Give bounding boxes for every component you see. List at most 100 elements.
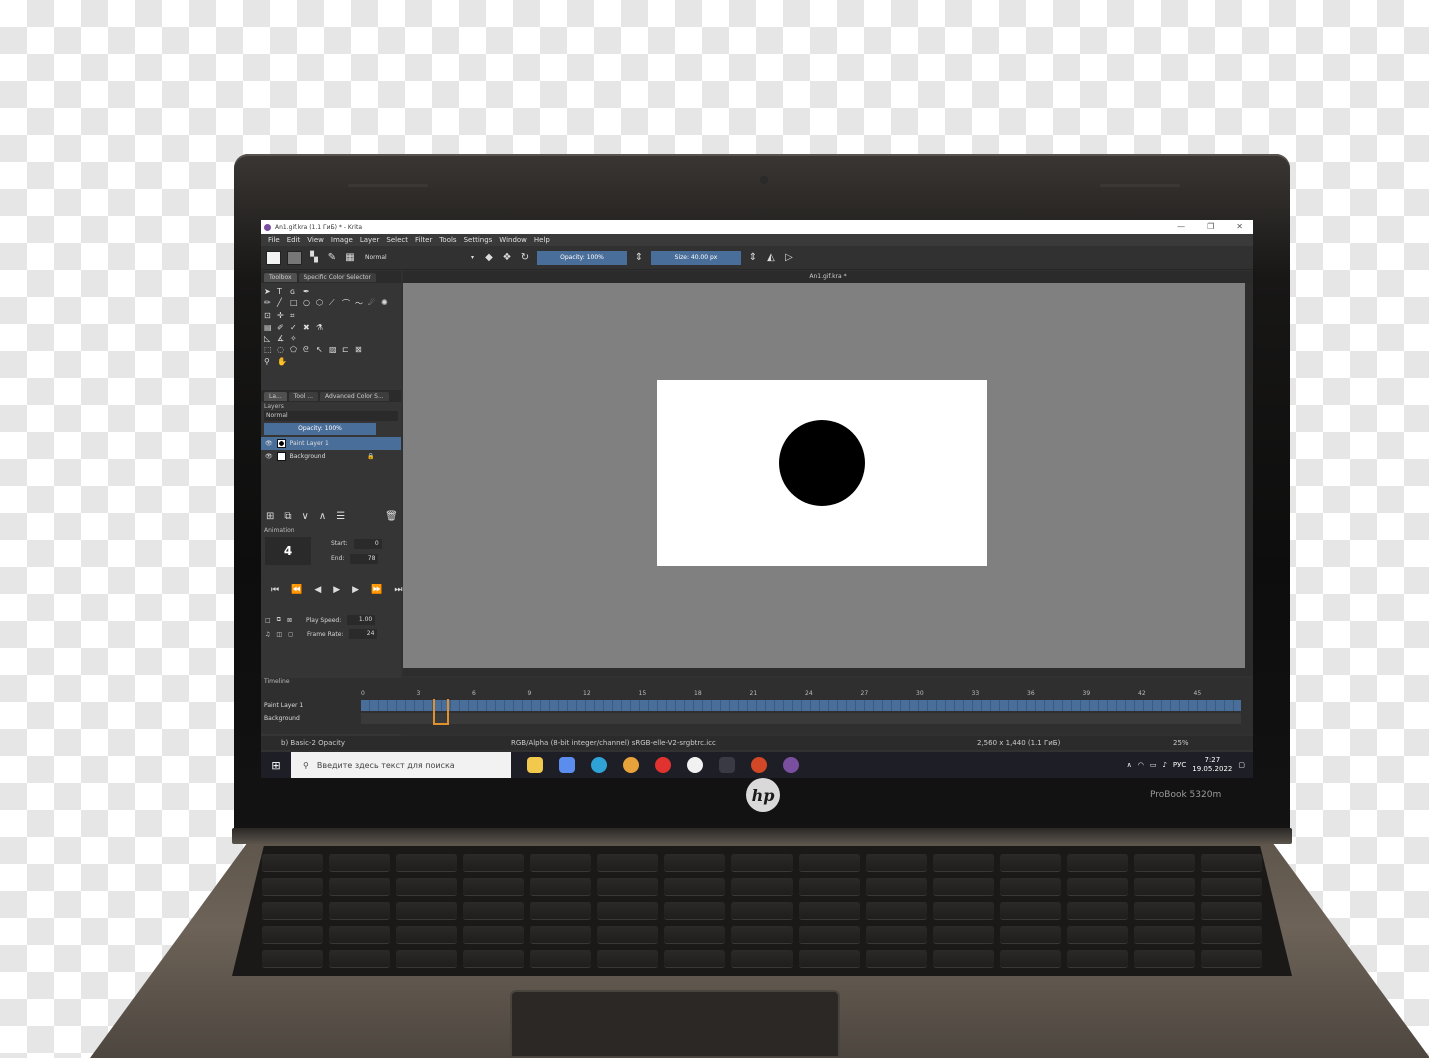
reference-tool-icon[interactable]: ✧ (290, 334, 302, 343)
opacity-slider[interactable]: Opacity: 100% (537, 250, 627, 265)
layer-properties-icon[interactable]: ☰ (336, 511, 345, 522)
blend-mode-select[interactable]: Normal ▾ (362, 252, 477, 264)
brush-preset-icon[interactable]: ✎ (326, 252, 338, 264)
taskbar-clock[interactable]: 7:27 19.05.2022 (1192, 756, 1232, 774)
end-field[interactable]: 78 (350, 553, 379, 564)
canvas-area[interactable] (403, 283, 1245, 676)
drop-frames-icon[interactable]: ◻ (288, 631, 293, 638)
freehand-select-icon[interactable]: ᘓ (303, 345, 315, 355)
notifications-icon[interactable]: ▢ (1238, 761, 1245, 769)
rectangle-tool-icon[interactable]: □ (290, 298, 302, 309)
tab-advanced-color-selector[interactable]: Advanced Color S... (320, 391, 389, 401)
language-indicator[interactable]: РУС (1173, 761, 1186, 769)
move-layer-up-icon[interactable]: ∧ (319, 511, 326, 522)
crop-tool-icon[interactable]: ⌗ (290, 311, 302, 321)
layer-blend-select[interactable]: Normal (264, 411, 398, 421)
yandex-icon[interactable] (655, 757, 671, 773)
dynamic-brush-icon[interactable]: ☄ (368, 298, 380, 309)
reload-preset-icon[interactable]: ↻ (519, 252, 531, 264)
previous-frame-icon[interactable]: ◀ (314, 585, 321, 595)
status-zoom[interactable]: 25% (1173, 739, 1189, 747)
duplicate-layer-icon[interactable]: ⧉ (284, 511, 291, 522)
move-tool-icon[interactable]: ✛ (277, 311, 289, 321)
tab-tool-options[interactable]: Tool ... (288, 391, 319, 401)
maximize-button[interactable]: ❐ (1207, 220, 1214, 234)
minimize-button[interactable]: — (1177, 220, 1185, 234)
last-frame-icon[interactable]: ⏭ (394, 585, 402, 595)
edit-shapes-icon[interactable]: ɢ (290, 287, 302, 296)
current-frame-field[interactable]: 4 (265, 537, 311, 565)
play-icon[interactable]: ▶ (333, 585, 340, 595)
menu-item-filter[interactable]: Filter (415, 236, 432, 244)
battery-icon[interactable]: ▭ (1150, 761, 1157, 769)
magnetic-select-icon[interactable]: ⊠ (355, 345, 367, 355)
next-keyframe-icon[interactable]: ⏩ (371, 585, 382, 595)
layer-row[interactable]: 👁 Paint Layer 1 (261, 437, 401, 450)
timeline-current-frame-cursor[interactable] (433, 699, 449, 725)
foreground-color-swatch[interactable] (266, 250, 281, 265)
text-tool-icon[interactable]: T (277, 287, 289, 296)
preserve-alpha-icon[interactable]: ❖ (501, 252, 513, 264)
onion-skin-icon[interactable]: ◫ (276, 631, 282, 638)
polyline-tool-icon[interactable]: ⟋ (329, 298, 341, 309)
menu-item-layer[interactable]: Layer (360, 236, 380, 244)
bezier-select-icon[interactable]: ⊏ (342, 345, 354, 355)
assistant-tool-icon[interactable]: ◺ (264, 334, 276, 343)
polygon-tool-icon[interactable]: ⬡ (316, 298, 328, 309)
menu-item-help[interactable]: Help (534, 236, 550, 244)
zoom-tool-icon[interactable]: ⚲ (264, 357, 276, 366)
windows-start-icon[interactable]: ⊞ (261, 759, 291, 772)
powerpoint-icon[interactable] (751, 757, 767, 773)
eraser-icon[interactable]: ◆ (483, 252, 495, 264)
menu-item-edit[interactable]: Edit (287, 236, 301, 244)
edge-icon[interactable] (591, 757, 607, 773)
preset-grid-icon[interactable]: ▦ (344, 252, 356, 264)
visibility-eye-icon[interactable]: 👁 (265, 453, 273, 460)
freehand-path-icon[interactable]: 〜 (355, 298, 367, 309)
visibility-eye-icon[interactable]: 👁 (265, 440, 273, 447)
similar-select-icon[interactable]: ▨ (329, 345, 341, 355)
menu-item-image[interactable]: Image (331, 236, 353, 244)
menu-item-tools[interactable]: Tools (439, 236, 456, 244)
freehand-brush-icon[interactable]: ✏ (264, 298, 276, 309)
mirror-horizontal-icon[interactable]: ◭ (765, 252, 777, 264)
layer-opacity-slider[interactable]: Opacity: 100% (264, 423, 376, 435)
yandex-browser-icon[interactable] (687, 757, 703, 773)
ellipse-tool-icon[interactable]: ○ (303, 298, 315, 309)
volume-icon[interactable]: ♪ (1162, 761, 1166, 769)
timeline-ruler[interactable]: 0 3 6 9 12 15 18 21 24 27 30 33 36 39 42 45 (361, 690, 1241, 699)
rect-select-icon[interactable]: ⬚ (264, 345, 276, 355)
menu-item-window[interactable]: Window (499, 236, 527, 244)
krita-taskbar-icon[interactable] (783, 757, 799, 773)
start-field[interactable]: 0 (353, 538, 382, 549)
timeline-frames[interactable] (361, 713, 1241, 724)
mirror-vertical-icon[interactable]: ▷ (783, 252, 795, 264)
tray-chevron-icon[interactable]: ∧ (1127, 761, 1132, 769)
line-tool-icon[interactable]: ╱ (277, 298, 289, 309)
play-speed-field[interactable]: 1.00 (347, 615, 376, 625)
size-slider[interactable]: Size: 40.00 px (651, 250, 741, 265)
keyframe-duplicate-icon[interactable]: ⧉ (277, 616, 281, 624)
document-canvas[interactable] (657, 380, 987, 566)
menu-item-select[interactable]: Select (386, 236, 408, 244)
vertical-scrollbar[interactable] (1245, 283, 1253, 676)
keyframe-add-icon[interactable]: □ (265, 617, 271, 624)
horizontal-scrollbar[interactable] (403, 668, 1245, 676)
multibrush-icon[interactable]: ✺ (381, 298, 393, 309)
lock-icon[interactable]: 🔒 (367, 453, 374, 460)
smart-patch-icon[interactable]: ✖ (303, 323, 315, 332)
timeline-frames[interactable] (361, 700, 1241, 711)
store-icon[interactable] (559, 757, 575, 773)
fill-tool-icon[interactable]: ⚗ (316, 323, 328, 332)
pan-tool-icon[interactable]: ✋ (277, 357, 289, 366)
wifi-icon[interactable]: ◠ (1138, 761, 1144, 769)
bezier-tool-icon[interactable]: ⌒ (342, 298, 354, 309)
taskbar-search-box[interactable]: ⚲ Введите здесь текст для поиска (291, 752, 511, 778)
select-shapes-icon[interactable]: ➤ (264, 287, 276, 296)
colorize-mask-icon[interactable]: ✓ (290, 323, 302, 332)
chrome-icon[interactable] (623, 757, 639, 773)
contiguous-select-icon[interactable]: ↖ (316, 345, 328, 355)
background-color-swatch[interactable] (287, 250, 302, 265)
timeline-row[interactable]: Paint Layer 1 (261, 700, 1253, 711)
menu-item-file[interactable]: File (268, 236, 280, 244)
